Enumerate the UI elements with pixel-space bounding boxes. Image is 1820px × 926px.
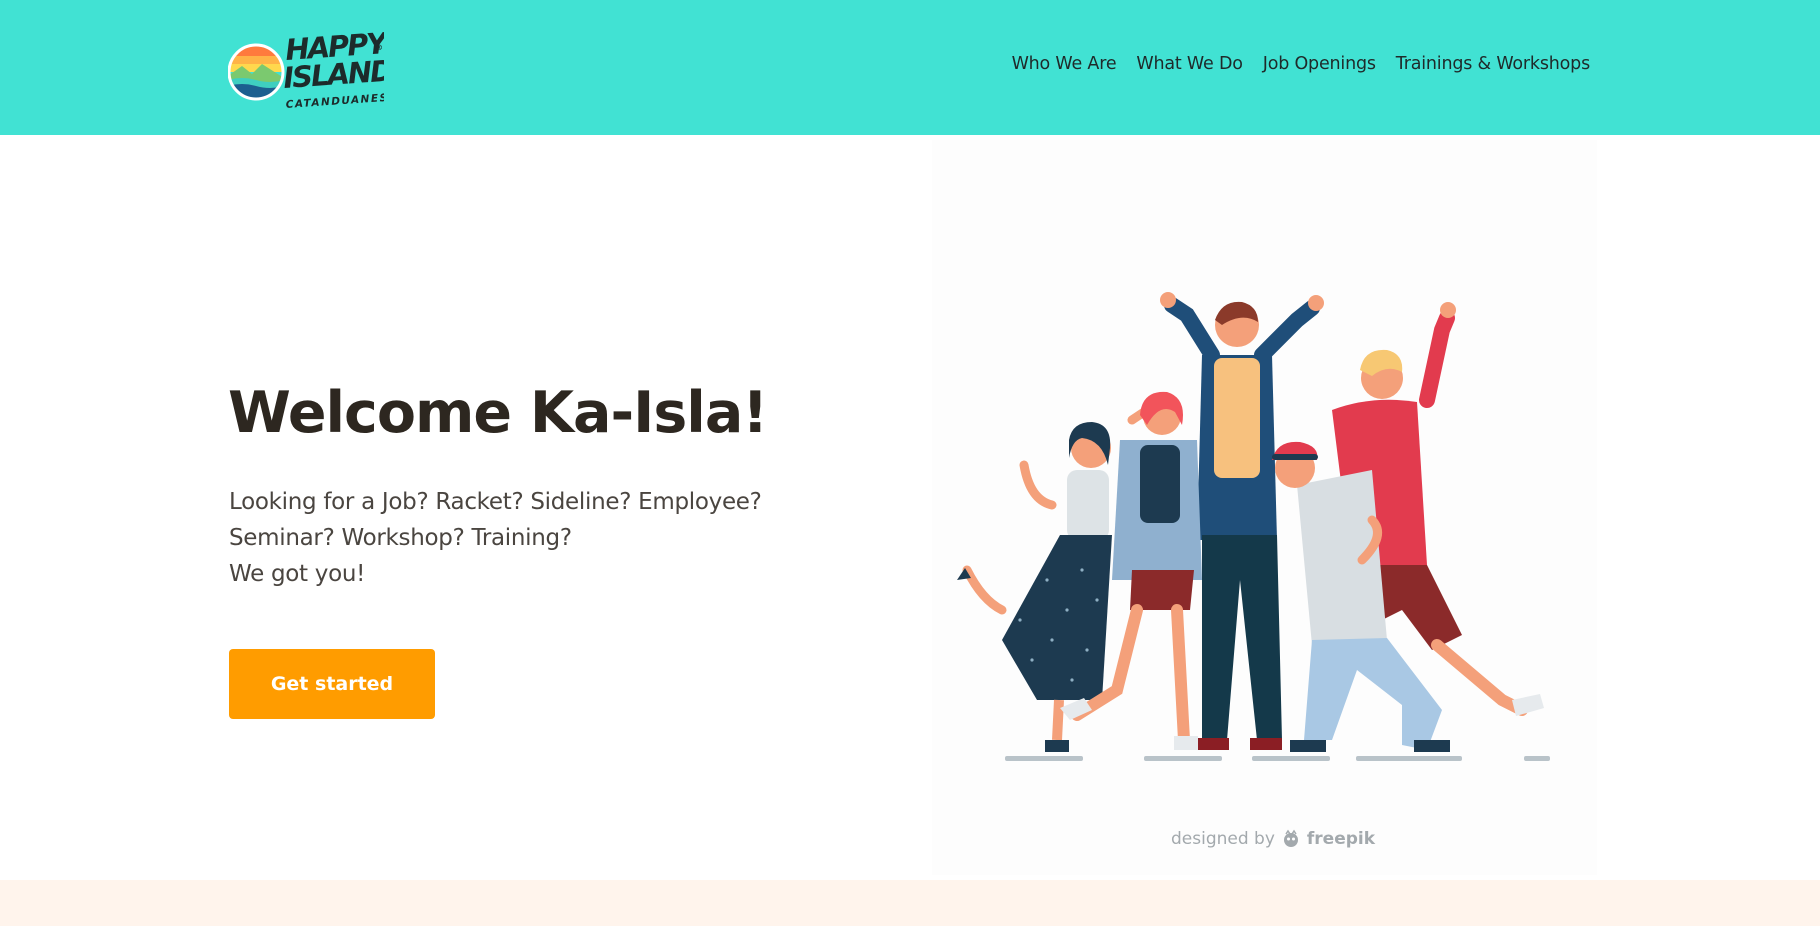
group-of-people-illustration [957, 292, 1550, 761]
next-section-strip [0, 880, 1820, 926]
hero-illustration [932, 140, 1597, 875]
nav-trainings-workshops[interactable]: Trainings & Workshops [1396, 54, 1590, 74]
logo-graphic: HAPPY ISLAND CATANDUANES ® [228, 26, 384, 111]
freepik-icon [1283, 829, 1298, 847]
site-header: HAPPY ISLAND CATANDUANES ® Who We Are Wh… [0, 0, 1820, 135]
hero-line-1: Looking for a Job? Racket? Sideline? Emp… [229, 489, 762, 515]
hero-title: Welcome Ka-Isla! [228, 380, 768, 446]
nav-job-openings[interactable]: Job Openings [1263, 54, 1376, 74]
logo-tagline: CATANDUANES [285, 92, 384, 111]
hero-line-2: Seminar? Workshop? Training? [229, 525, 572, 551]
get-started-button[interactable]: Get started [229, 649, 435, 719]
illustration-credit[interactable]: designed by freepik [1171, 829, 1375, 849]
main-nav: Who We Are What We Do Job Openings Train… [1012, 54, 1591, 74]
happy-island-logo[interactable]: HAPPY ISLAND CATANDUANES ® [228, 22, 384, 114]
credit-prefix: designed by [1171, 829, 1275, 849]
logo-registered: ® [375, 43, 383, 52]
credit-brand: freepik [1306, 829, 1376, 849]
nav-what-we-do[interactable]: What We Do [1136, 54, 1243, 74]
nav-who-we-are[interactable]: Who We Are [1012, 54, 1117, 74]
logo-word-island: ISLAND [282, 53, 384, 95]
hero-line-3: We got you! [229, 561, 366, 587]
hero-description: Looking for a Job? Racket? Sideline? Emp… [229, 484, 762, 592]
